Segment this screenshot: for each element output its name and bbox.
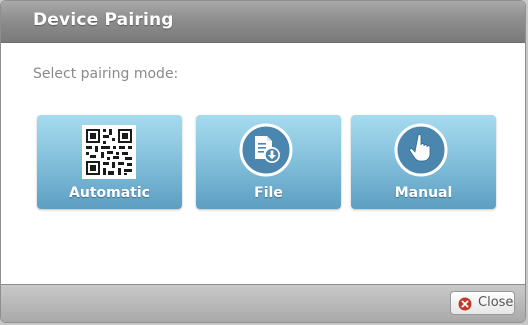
automatic-mode-label: Automatic bbox=[69, 185, 150, 201]
dialog-footer: Close bbox=[1, 284, 525, 322]
manual-mode-button[interactable]: Manual bbox=[351, 115, 496, 209]
automatic-mode-button[interactable]: Automatic bbox=[37, 115, 182, 209]
file-mode-label: File bbox=[254, 185, 283, 201]
qr-code-icon bbox=[82, 125, 136, 179]
manual-mode-label: Manual bbox=[394, 185, 453, 201]
device-pairing-dialog: Device Pairing Select pairing mode: Auto… bbox=[0, 0, 526, 323]
file-mode-button[interactable]: File bbox=[196, 115, 341, 209]
file-download-icon bbox=[238, 122, 294, 178]
dialog-titlebar[interactable]: Device Pairing bbox=[1, 1, 525, 43]
hand-pointer-icon bbox=[393, 122, 449, 178]
close-button[interactable]: Close bbox=[450, 291, 515, 315]
dialog-content: Select pairing mode: Automatic File Manu… bbox=[1, 43, 525, 286]
pairing-mode-prompt: Select pairing mode: bbox=[33, 66, 179, 82]
close-button-label: Close bbox=[478, 295, 514, 310]
dialog-title: Device Pairing bbox=[33, 10, 174, 30]
close-icon bbox=[458, 296, 472, 311]
